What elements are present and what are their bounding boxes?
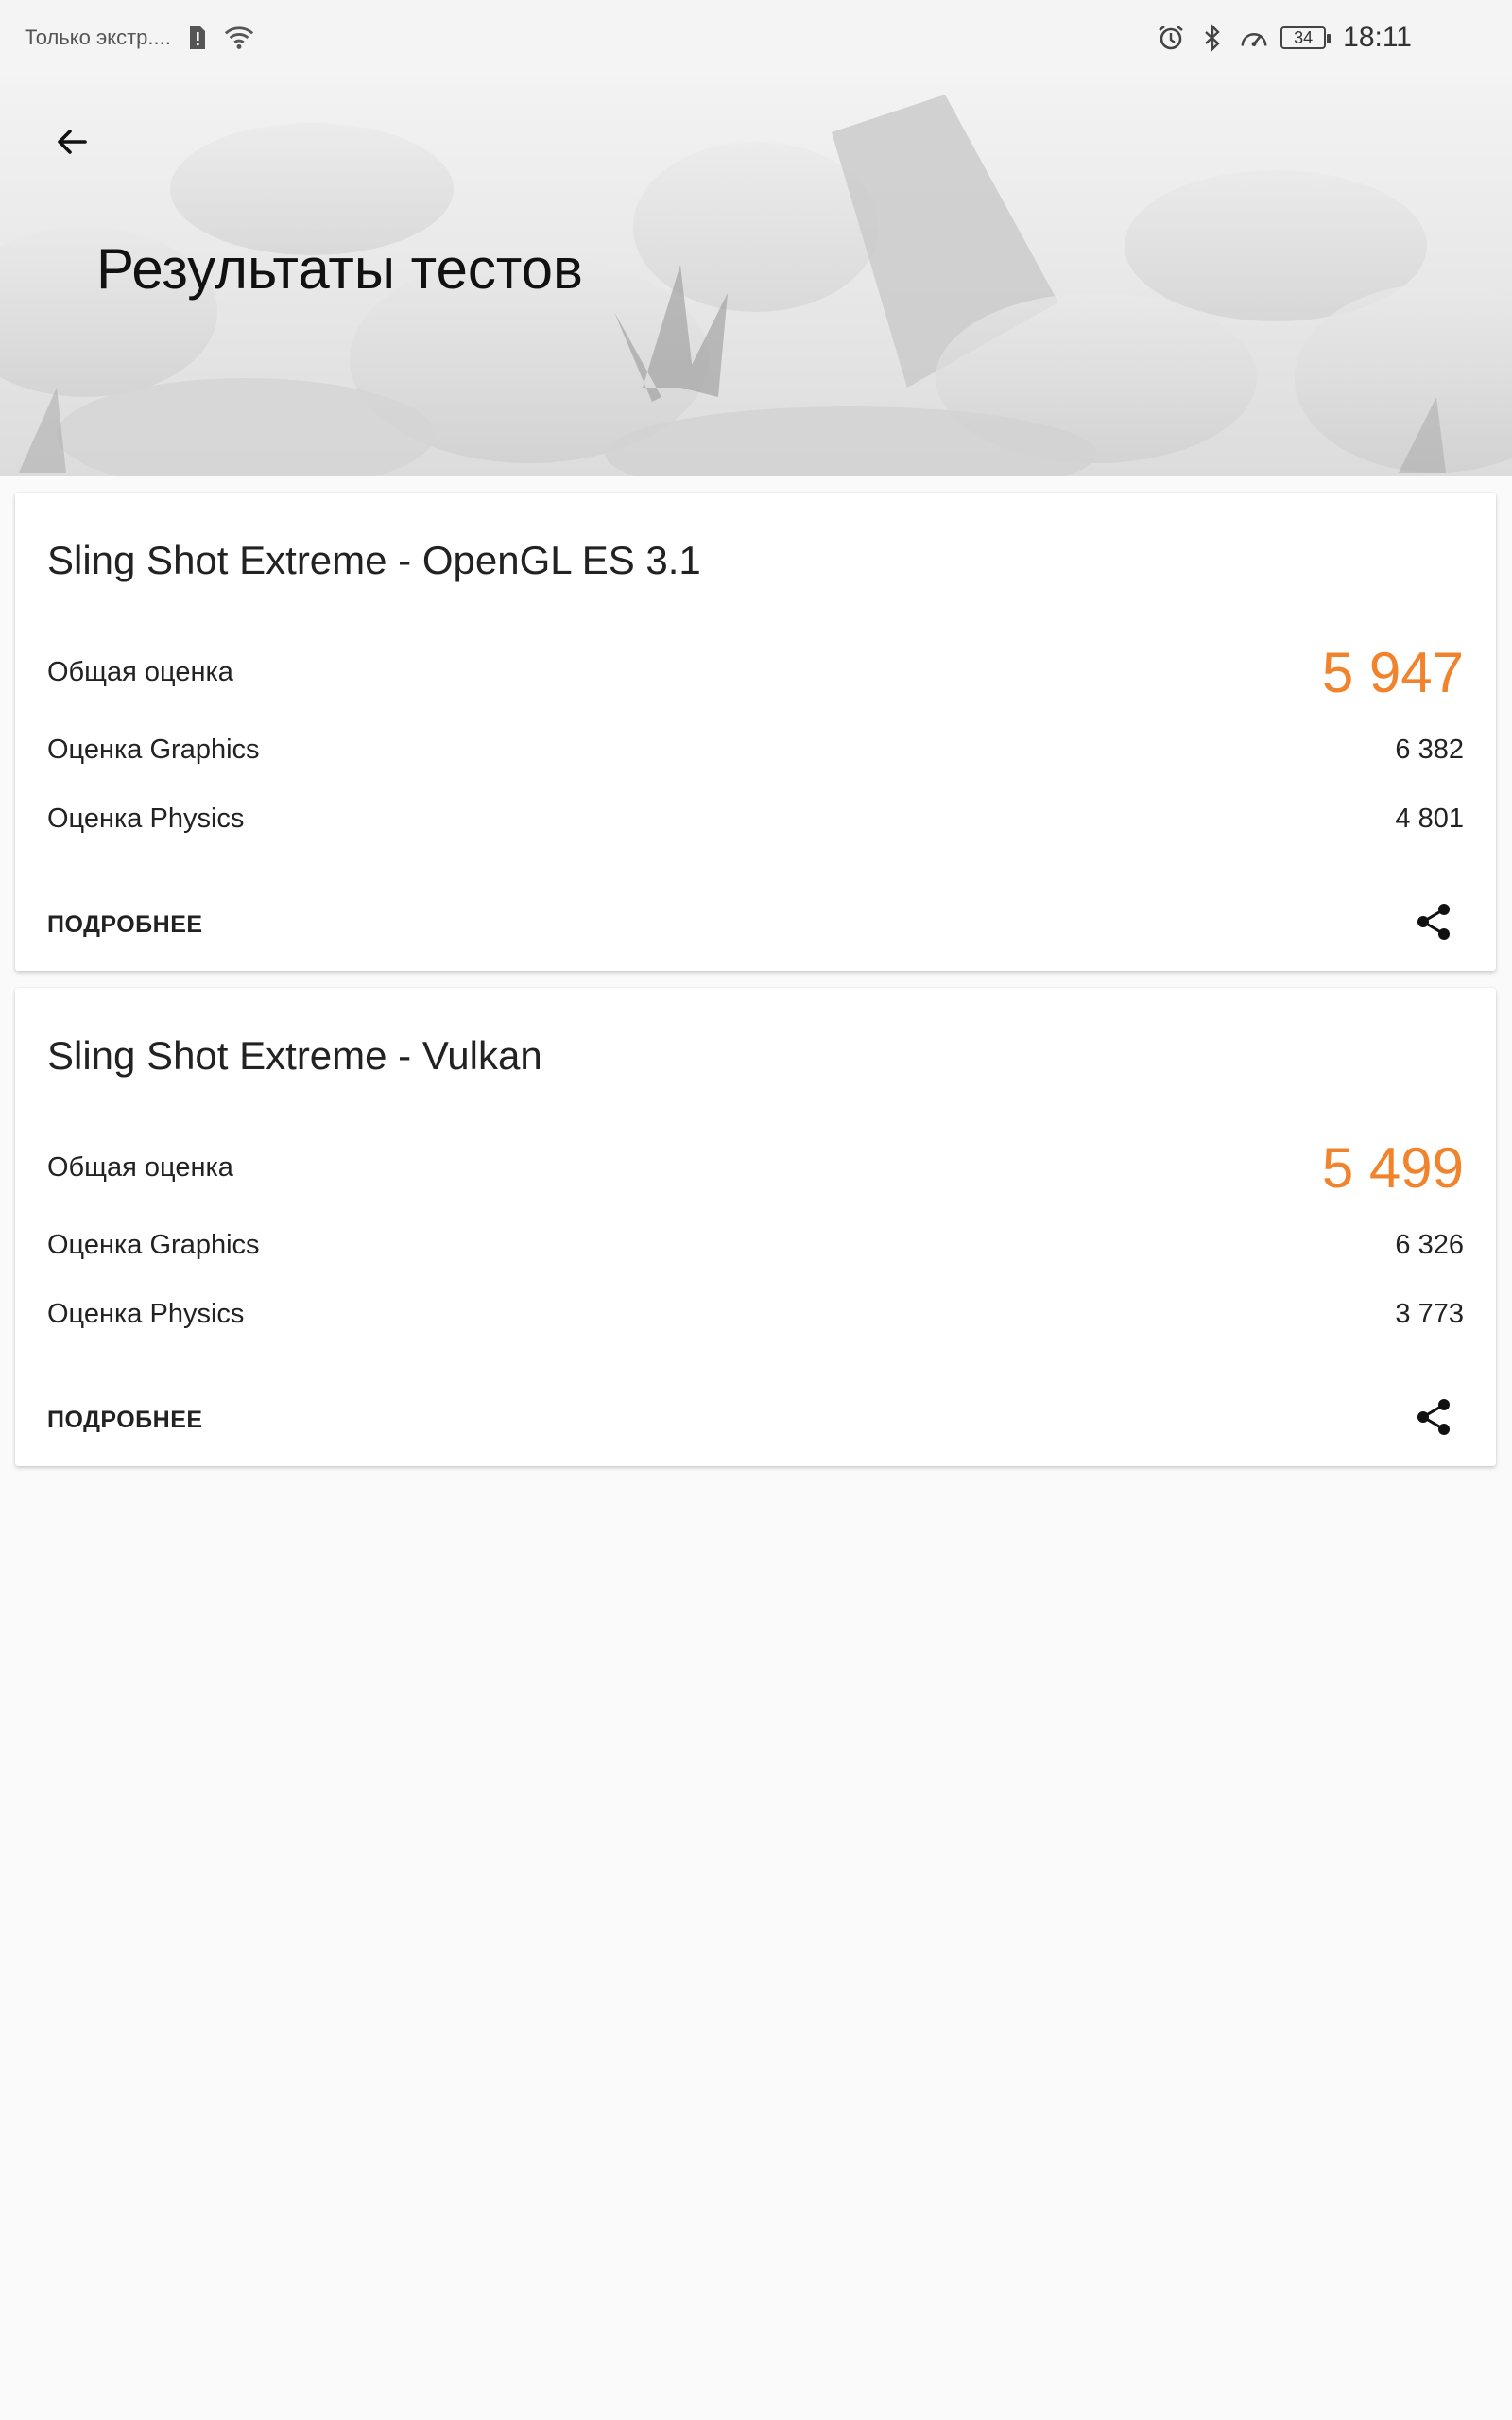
- overall-score-label: Общая оценка: [47, 656, 233, 687]
- result-card-vulkan: Sling Shot Extreme - Vulkan Общая оценка…: [15, 988, 1496, 1466]
- overall-score-row: Общая оценка 5 499: [47, 1130, 1464, 1205]
- graphics-score-label: Оценка Graphics: [47, 1229, 260, 1260]
- back-button[interactable]: [43, 113, 100, 170]
- details-button[interactable]: ПОДРОБНЕЕ: [47, 911, 203, 939]
- share-icon: [1418, 904, 1450, 940]
- graphics-score-row: Оценка Graphics 6 382: [47, 731, 1464, 769]
- wifi-icon: [224, 23, 254, 53]
- battery-icon: 34: [1280, 26, 1332, 49]
- card-title: Sling Shot Extreme - Vulkan: [47, 1033, 542, 1078]
- speedometer-icon: [1239, 23, 1269, 53]
- status-bar: Только экстр.... 34 18:11: [0, 0, 1512, 76]
- result-card-opengl: Sling Shot Extreme - OpenGL ES 3.1 Общая…: [15, 493, 1496, 971]
- physics-score-row: Оценка Physics 4 801: [47, 800, 1464, 838]
- bluetooth-icon: [1197, 23, 1228, 53]
- physics-score-row: Оценка Physics 3 773: [47, 1295, 1464, 1333]
- carrier-text: Только экстр....: [25, 26, 171, 49]
- status-bar-left: Только экстр....: [25, 23, 254, 53]
- share-button[interactable]: [1409, 897, 1458, 946]
- overall-score-value: 5 947: [1321, 640, 1464, 704]
- sim-alert-icon: [182, 23, 213, 53]
- physics-score-label: Оценка Physics: [47, 803, 245, 834]
- overall-score-label: Общая оценка: [47, 1151, 233, 1183]
- arrow-left-icon: [58, 130, 87, 154]
- graphics-score-row: Оценка Graphics 6 326: [47, 1226, 1464, 1264]
- alarm-icon: [1156, 23, 1186, 53]
- graphics-score-value: 6 382: [1395, 734, 1464, 765]
- graphics-score-label: Оценка Graphics: [47, 734, 260, 765]
- card-title: Sling Shot Extreme - OpenGL ES 3.1: [47, 538, 701, 582]
- share-button[interactable]: [1409, 1392, 1458, 1442]
- physics-score-label: Оценка Physics: [47, 1298, 245, 1329]
- status-time: 18:11: [1343, 22, 1412, 53]
- share-icon: [1418, 1399, 1450, 1435]
- physics-score-value: 3 773: [1395, 1298, 1464, 1329]
- details-button[interactable]: ПОДРОБНЕЕ: [47, 1407, 203, 1434]
- status-bar-right: 34 18:11: [1156, 22, 1487, 54]
- page-title: Результаты тестов: [96, 237, 583, 301]
- overall-score-value: 5 499: [1321, 1135, 1464, 1200]
- battery-level: 34: [1294, 27, 1314, 47]
- overall-score-row: Общая оценка 5 947: [47, 634, 1464, 710]
- physics-score-value: 4 801: [1395, 803, 1464, 834]
- header-banner: Результаты тестов: [0, 76, 1512, 476]
- graphics-score-value: 6 326: [1395, 1229, 1464, 1260]
